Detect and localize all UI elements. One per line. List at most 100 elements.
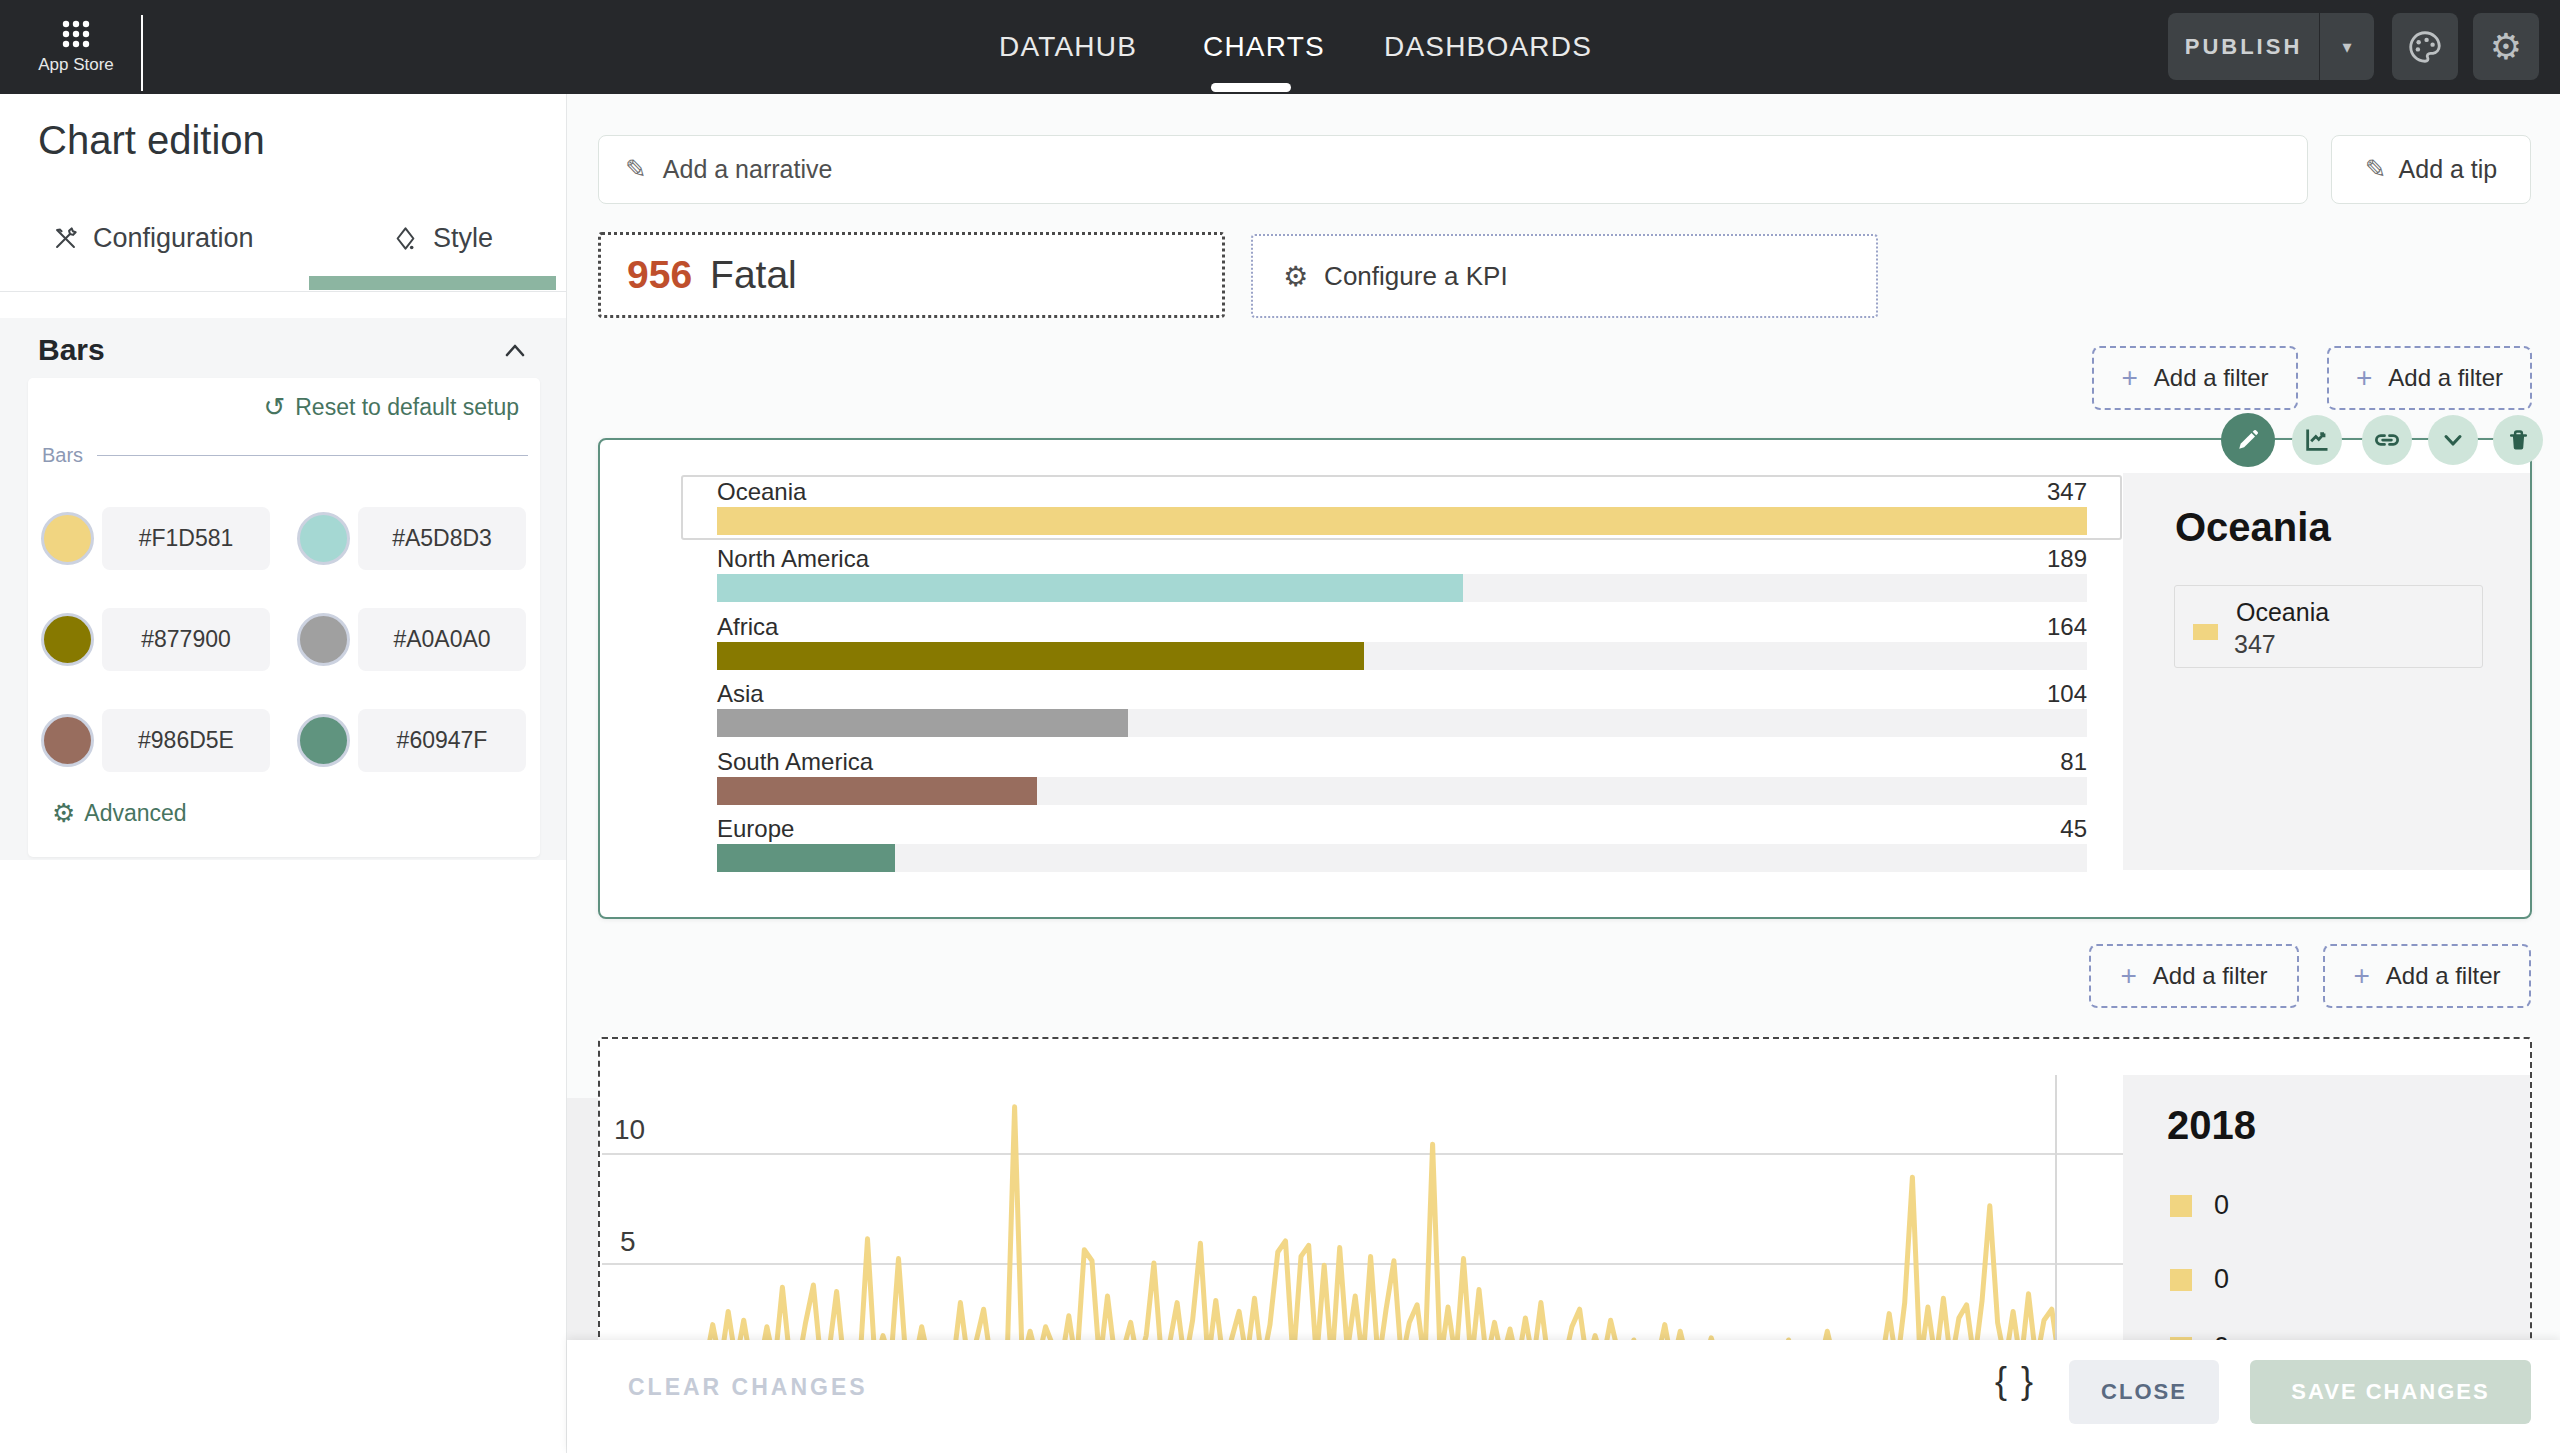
app-store-button[interactable]: App Store (30, 0, 122, 94)
bar-fill (717, 574, 1463, 602)
legend-item[interactable]: Oceania 347 (2174, 585, 2483, 668)
bar-row[interactable]: South America81 (717, 753, 2087, 820)
pencil-icon: ✎ (2365, 154, 2387, 185)
tab-configuration[interactable]: Configuration (52, 190, 254, 286)
bars-section-header[interactable]: Bars (38, 334, 526, 366)
legend-item-value: 347 (2234, 630, 2276, 659)
bar-track (717, 642, 2087, 670)
color-hex-2[interactable]: #A5D8D3 (358, 507, 526, 570)
add-filter-button[interactable]: + Add a filter (2323, 944, 2531, 1008)
save-changes-button[interactable]: SAVE CHANGES (2250, 1360, 2531, 1424)
bar-track (717, 777, 2087, 805)
app-grid-icon (62, 20, 90, 48)
sidebar: Chart edition Configuration Style Bars (0, 94, 567, 1453)
plus-icon: + (2356, 362, 2372, 394)
color-swatch-1[interactable] (41, 512, 94, 565)
link-button[interactable] (2362, 415, 2412, 465)
add-filter-button[interactable]: + Add a filter (2089, 944, 2299, 1008)
add-filter-label: Add a filter (2154, 364, 2269, 392)
bar-row[interactable]: Africa164 (717, 618, 2087, 685)
add-filter-button[interactable]: + Add a filter (2092, 346, 2298, 410)
edit-chart-button[interactable] (2221, 413, 2275, 467)
legend-item-label: Oceania (2236, 598, 2329, 627)
link-icon (2372, 425, 2402, 455)
plus-icon: + (2120, 960, 2136, 992)
nav-charts[interactable]: CHARTS (1203, 0, 1325, 94)
advanced-link[interactable]: ⚙ Advanced (52, 798, 187, 829)
legend-item[interactable]: 0 (2170, 1190, 2229, 1221)
section-gutter (567, 1098, 598, 1340)
color-hex-3[interactable]: #877900 (102, 608, 270, 671)
color-hex-6[interactable]: #60947F (358, 709, 526, 772)
add-filter-button[interactable]: + Add a filter (2327, 346, 2532, 410)
clear-changes-button[interactable]: CLEAR CHANGES (628, 1374, 868, 1401)
bar-label: Oceania (717, 478, 806, 506)
collapse-chart-button[interactable] (2428, 415, 2478, 465)
legend-title: 2018 (2167, 1103, 2256, 1148)
legend-item-value: 0 (2214, 1264, 2229, 1295)
add-tip-label: Add a tip (2399, 155, 2498, 184)
publish-label[interactable]: PUBLISH (2168, 13, 2320, 80)
theme-palette-button[interactable] (2392, 13, 2458, 80)
bar-value: 164 (2047, 613, 2087, 641)
bottom-action-bar: CLEAR CHANGES { } CLOSE SAVE CHANGES (567, 1340, 2560, 1453)
sidebar-title: Chart edition (38, 118, 265, 163)
kpi-value: 956 (627, 253, 692, 297)
close-button[interactable]: CLOSE (2069, 1360, 2219, 1424)
legend-title: Oceania (2175, 505, 2331, 550)
bar-value: 81 (2060, 748, 2087, 776)
kpi-label: Fatal (710, 253, 797, 297)
bar-row[interactable]: North America189 (717, 550, 2087, 617)
configure-kpi-button[interactable]: ⚙ Configure a KPI (1251, 234, 1878, 318)
color-swatch-3[interactable] (41, 613, 94, 666)
color-swatch-5[interactable] (41, 714, 94, 767)
active-tab-indicator (309, 276, 556, 290)
bar-row[interactable]: Europe45 (717, 820, 2087, 887)
publish-button[interactable]: PUBLISH ▾ (2168, 13, 2374, 80)
tab-configuration-label: Configuration (93, 223, 254, 254)
delete-chart-button[interactable] (2493, 415, 2543, 465)
color-hex-1[interactable]: #F1D581 (102, 507, 270, 570)
settings-button[interactable]: ⚙ (2473, 13, 2539, 80)
bars-section-title: Bars (38, 333, 105, 367)
legend-item-value: 0 (2214, 1190, 2229, 1221)
legend-item[interactable]: 0 (2170, 1264, 2229, 1295)
reset-to-default-link[interactable]: ↺ Reset to default setup (263, 392, 519, 423)
publish-dropdown-caret[interactable]: ▾ (2320, 13, 2374, 80)
color-hex-4[interactable]: #A0A0A0 (358, 608, 526, 671)
add-tip-button[interactable]: ✎ Add a tip (2331, 135, 2531, 204)
reset-label: Reset to default setup (295, 394, 519, 421)
add-filter-label: Add a filter (2386, 962, 2501, 990)
bar-label: South America (717, 748, 873, 776)
bar-label: Africa (717, 613, 778, 641)
plus-icon: + (2121, 362, 2137, 394)
bar-value: 45 (2060, 815, 2087, 843)
bars-fieldset-label: Bars (42, 444, 83, 467)
pencil-icon (2234, 426, 2262, 454)
trash-icon (2505, 427, 2532, 454)
advanced-gear-icon: ⚙ (52, 798, 75, 829)
add-narrative-input[interactable]: ✎ Add a narrative (598, 135, 2308, 204)
bar-label: North America (717, 545, 869, 573)
style-drop-icon (392, 225, 419, 252)
color-hex-5[interactable]: #986D5E (102, 709, 270, 772)
bars-fieldset: Bars (42, 444, 528, 467)
bar-label: Asia (717, 680, 764, 708)
code-view-button[interactable]: { } (1995, 1360, 2035, 1402)
color-swatch-2[interactable] (297, 512, 350, 565)
narrative-placeholder: Add a narrative (663, 155, 833, 184)
bar-row[interactable]: Oceania347 (717, 483, 2087, 550)
color-swatch-4[interactable] (297, 613, 350, 666)
chart-type-button[interactable] (2292, 415, 2342, 465)
nav-dashboards[interactable]: DASHBOARDS (1384, 0, 1592, 94)
kpi-box[interactable]: 956 Fatal (598, 232, 1225, 318)
bar-row[interactable]: Asia104 (717, 685, 2087, 752)
bar-chart-legend: Oceania Oceania 347 (2123, 473, 2530, 870)
reset-icon: ↺ (263, 392, 285, 423)
bar-chart: Oceania347North America189Africa164Asia1… (717, 483, 2087, 893)
nav-datahub[interactable]: DATAHUB (999, 0, 1137, 94)
top-header: App Store DATAHUB CHARTS DASHBOARDS PUBL… (0, 0, 2560, 94)
color-swatch-6[interactable] (297, 714, 350, 767)
chevron-up-icon[interactable] (504, 342, 526, 358)
tab-style[interactable]: Style (392, 190, 493, 286)
